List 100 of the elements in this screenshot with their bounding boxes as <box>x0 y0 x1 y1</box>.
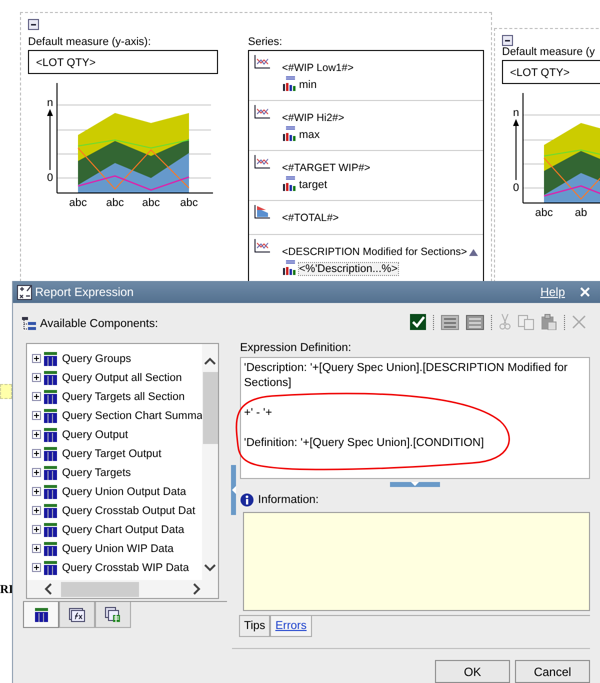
splitter-handle[interactable] <box>390 482 440 487</box>
line-chart-icon[interactable] <box>254 55 270 69</box>
collapse-icon[interactable] <box>28 19 39 30</box>
parameters-icon <box>105 607 121 622</box>
splitter-handle[interactable] <box>231 465 236 515</box>
expression-line: +' - '+ <box>244 407 272 419</box>
expand-icon[interactable] <box>32 392 41 401</box>
line-chart-icon[interactable] <box>254 239 270 253</box>
heading-fragment: RI <box>0 582 14 597</box>
tree-item[interactable]: Query Crosstab Output Dat <box>62 504 196 516</box>
series-name[interactable]: <#TOTAL#> <box>282 212 339 224</box>
data-item-label[interactable]: target <box>299 179 328 191</box>
area-chart-icon[interactable] <box>254 205 270 219</box>
scroll-up-icon[interactable] <box>204 357 216 365</box>
window-title: Report Expression <box>35 285 135 299</box>
vertical-scrollbar[interactable] <box>202 344 218 581</box>
axis-label: abc <box>69 197 87 209</box>
info-tab[interactable]: Errors <box>270 616 312 637</box>
table-icon <box>43 408 58 422</box>
table-icon <box>43 446 58 460</box>
arrow-icon <box>47 109 53 170</box>
table-icon <box>43 352 58 366</box>
expand-icon[interactable] <box>32 468 41 477</box>
measure-label: Default measure (y <box>502 46 596 58</box>
table-icon <box>43 466 58 480</box>
tree-icon <box>22 317 36 331</box>
data-item-label[interactable]: <%'Description...%> <box>299 263 398 275</box>
expand-icon[interactable] <box>32 411 41 420</box>
axis-label: n <box>46 97 54 109</box>
tree-item[interactable]: Query Union WIP Data <box>62 542 174 554</box>
axis-label: ab <box>574 207 588 219</box>
help-link[interactable]: Help <box>540 285 565 299</box>
tree-item[interactable]: Query Groups <box>62 352 132 364</box>
cancel-button[interactable]: Cancel <box>515 660 590 683</box>
components-label: Available Components: <box>40 318 158 330</box>
tree-item[interactable]: Query Chart Output Data <box>62 524 184 536</box>
tree-item[interactable]: Query Output all Section <box>62 372 182 384</box>
validate-icon[interactable] <box>410 314 426 330</box>
tree-item[interactable]: Query Output <box>62 428 128 440</box>
list-icon[interactable] <box>441 314 459 330</box>
data-item-label[interactable]: min <box>299 79 317 91</box>
expand-icon[interactable] <box>32 354 41 363</box>
axis-label: 0 <box>46 172 54 184</box>
scroll-thumb[interactable] <box>202 372 218 444</box>
line-chart-icon[interactable] <box>254 105 270 119</box>
table-icon <box>43 542 58 556</box>
series-name[interactable]: <#WIP Hi2#> <box>282 112 344 124</box>
function-icon <box>69 608 85 622</box>
ok-button[interactable]: OK <box>435 660 510 683</box>
source-tab[interactable] <box>95 602 131 628</box>
scroll-thumb[interactable] <box>61 582 139 596</box>
expand-icon[interactable] <box>32 525 41 534</box>
expand-icon[interactable] <box>32 544 41 553</box>
measure-field[interactable]: <LOT QTY> <box>28 50 218 74</box>
table-icon <box>43 560 58 574</box>
series-name[interactable]: <#TARGET WIP#> <box>282 162 370 174</box>
axis-label: abc <box>535 207 553 219</box>
tree-item[interactable]: Query Union Output Data <box>62 486 186 498</box>
table-icon <box>43 522 58 536</box>
measure-field[interactable]: <LOT QTY> <box>502 60 600 84</box>
axis-label: abc <box>180 197 198 209</box>
series-name[interactable]: <DESCRIPTION Modified for Sections> <box>282 246 467 258</box>
note-tag <box>0 384 12 399</box>
expression-line: 'Description: '+[Query Spec Union].[DESCRIPTION Modified for Sections] <box>244 362 568 389</box>
expand-icon[interactable] <box>32 487 41 496</box>
axis-label: n <box>512 107 520 119</box>
source-tab[interactable] <box>23 602 59 628</box>
scroll-left-icon[interactable] <box>44 583 52 595</box>
data-item-label[interactable]: max <box>299 129 320 141</box>
tree-item[interactable]: Query Target Output <box>62 448 162 460</box>
collapse-icon[interactable] <box>502 35 513 46</box>
data-item-icon <box>282 260 298 275</box>
arrow-icon <box>513 119 519 180</box>
scroll-down-icon[interactable] <box>204 564 216 572</box>
info-icon <box>240 493 254 507</box>
paste-icon[interactable] <box>541 314 557 330</box>
table-icon <box>43 428 58 442</box>
horizontal-scrollbar[interactable] <box>27 580 218 598</box>
expand-icon[interactable] <box>32 563 41 572</box>
expand-icon[interactable] <box>32 506 41 515</box>
line-chart-icon[interactable] <box>254 155 270 169</box>
tree-item[interactable]: Query Crosstab WIP Data <box>62 562 189 574</box>
table-icon <box>43 484 58 498</box>
expression-editor[interactable]: 'Description: '+[Query Spec Union].[DESCRIPTION Modified for Sections] +' - '+ 'Definition: '+[Query Spec Union].[CONDITION] <box>240 357 590 479</box>
expression-label: Expression Definition: <box>240 342 352 354</box>
tree-item[interactable]: Query Targets all Section <box>62 390 185 402</box>
table-icon <box>43 390 58 404</box>
expand-icon[interactable] <box>32 373 41 382</box>
scroll-right-icon[interactable] <box>193 583 201 595</box>
series-name[interactable]: <#WIP Low1#> <box>282 62 354 74</box>
expand-icon[interactable] <box>32 430 41 439</box>
source-tab[interactable] <box>59 602 95 628</box>
expand-icon[interactable] <box>32 449 41 458</box>
tree-item[interactable]: Query Targets <box>62 466 131 478</box>
sort-ascending-icon[interactable] <box>469 248 478 256</box>
close-icon[interactable] <box>580 287 590 297</box>
expression-icon <box>17 284 32 300</box>
table-icon <box>34 608 48 622</box>
list-icon[interactable] <box>466 314 484 330</box>
data-item-icon <box>282 176 298 191</box>
